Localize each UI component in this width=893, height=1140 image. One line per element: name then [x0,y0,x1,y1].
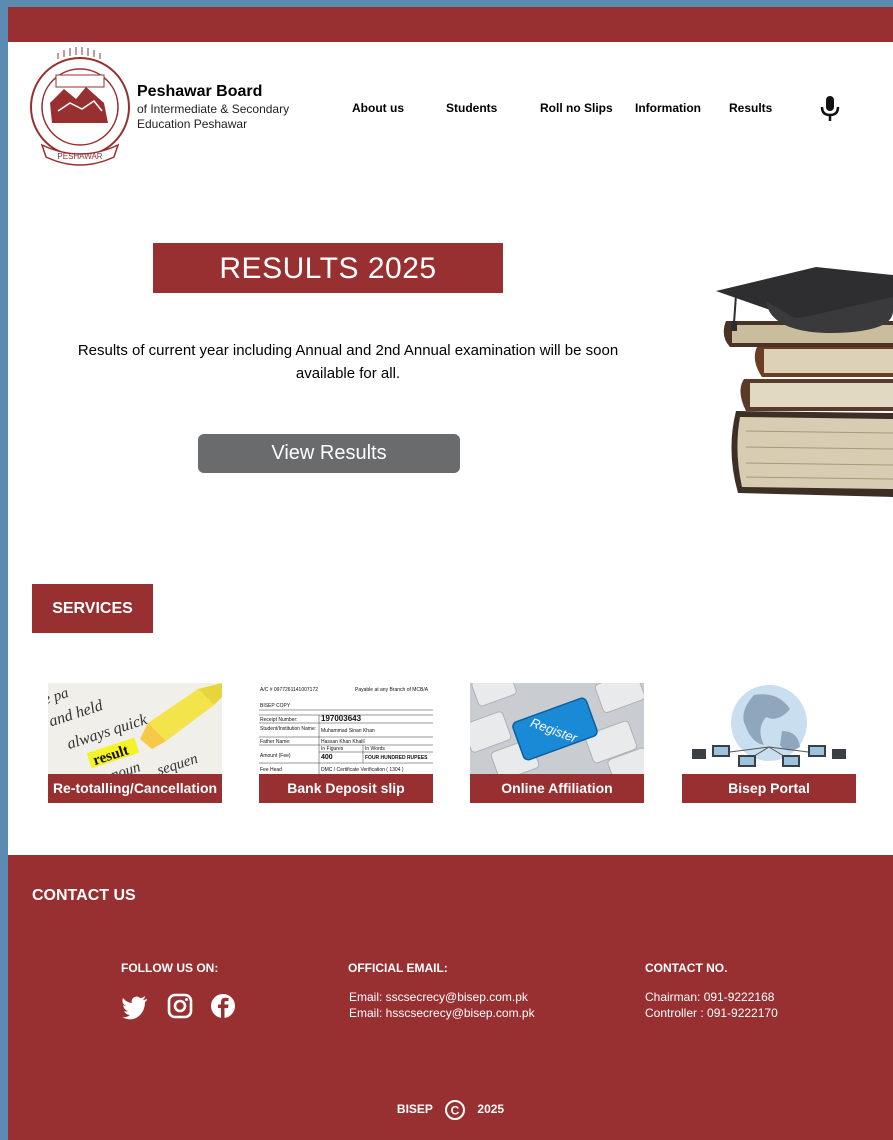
service-card-retotalling[interactable]: e pa and held always quick noun sequen r… [48,683,222,803]
slip-receipt-label: Receipt Number: [260,717,298,723]
copyright-name: BISEP [396,1102,433,1117]
slip-student-label: Student/Institution Name: [260,726,316,732]
slip-in-figures: In Figures [321,746,344,752]
contact-no-title: CONTACT NO. [645,961,728,975]
nav-results[interactable]: Results [729,101,772,115]
brand-title: Peshawar Board [137,83,263,100]
slip-fee-head-label: Fee Head [260,767,282,773]
copyright-icon: C [445,1100,466,1120]
slip-father-label: Father Name: [260,739,291,745]
service-label: Bank Deposit slip [259,774,433,803]
bisep-logo[interactable]: PESHAWAR [28,45,132,177]
slip-amount-words: FOUR HUNDRED RUPEES [365,755,428,761]
highlighted-result-image: e pa and held always quick noun sequen r… [48,683,222,774]
copyright-year: 2025 [477,1102,505,1117]
slip-amount-value: 400 [321,754,333,761]
results-description: Results of current year including Annual… [77,342,619,382]
slip-copy: BISEP COPY [260,703,291,709]
globe-network-image [682,683,856,774]
slip-in-words: In Words [365,746,385,752]
graduation-cap-books-image [716,267,893,497]
view-results-button[interactable]: View Results [198,434,460,473]
nav-students[interactable]: Students [446,101,497,115]
facebook-icon[interactable] [209,992,237,1020]
slip-fee-head-value: DMC / Certificate Verification ( 1304 ) [321,767,404,773]
twitter-icon[interactable] [121,992,149,1020]
contact-us-title: CONTACT US [32,887,136,904]
page: PESHAWAR Peshawar Board of Intermediate … [8,7,893,1140]
nav-information[interactable]: Information [635,101,701,115]
follow-us-title: FOLLOW US ON: [121,961,219,975]
brand-subtitle: of Intermediate & Secondary Education Pe… [137,102,290,131]
contact-list: Chairman: 091-9222168 Controller : 091-9… [645,989,778,1021]
slip-amount-label: Amount (Fee) [260,753,291,759]
slip-student-value: Muhammad Sinan Khan [321,728,375,734]
service-label: Re-totalling/Cancellation [48,774,222,803]
contact-chairman: Chairman: 091-9222168 [645,990,775,1004]
service-label: Bisep Portal [682,774,856,803]
footer: CONTACT US FOLLOW US ON: OFFICIAL EMAIL:… [8,855,893,1140]
top-bar [8,7,893,42]
slip-account: A/C # 0977261141007172 [260,687,318,693]
slip-receipt-value: 197003643 [321,714,362,723]
instagram-icon[interactable] [166,992,194,1020]
email-sscsecrecy[interactable]: Email: sscsecrecy@bisep.com.pk [349,989,535,1005]
contact-controller: Controller : 091-9222170 [645,1006,778,1020]
service-card-online-affiliation[interactable]: Register Online Affiliation [470,683,644,803]
copyright-symbol: C [451,1104,460,1118]
nav-roll-no-slips[interactable]: Roll no Slips [540,101,613,115]
service-label: Online Affiliation [470,774,644,803]
slip-father-value: Hassan Khan Khalil [321,739,365,745]
services-title: SERVICES [32,584,153,633]
email-list: Email: sscsecrecy@bisep.com.pk Email: hs… [349,989,535,1021]
microphone-icon[interactable] [818,95,842,123]
logo-text: PESHAWAR [57,152,102,161]
register-key-image: Register [470,683,644,774]
service-card-bisep-portal[interactable]: Bisep Portal [682,683,856,803]
official-email-title: OFFICIAL EMAIL: [348,961,448,975]
slip-payable: Payable at any Branch of MCB/A [355,687,429,693]
email-hsscsecrecy[interactable]: Email: hsscsecrecy@bisep.com.pk [349,1005,535,1021]
copyright: BISEP C 2025 [8,1099,893,1121]
results-banner: RESULTS 2025 [153,243,503,293]
service-card-bank-deposit[interactable]: A/C # 0977261141007172 Payable at any Br… [259,683,433,803]
deposit-slip-image: A/C # 0977261141007172 Payable at any Br… [259,683,433,774]
nav-about-us[interactable]: About us [352,101,404,115]
